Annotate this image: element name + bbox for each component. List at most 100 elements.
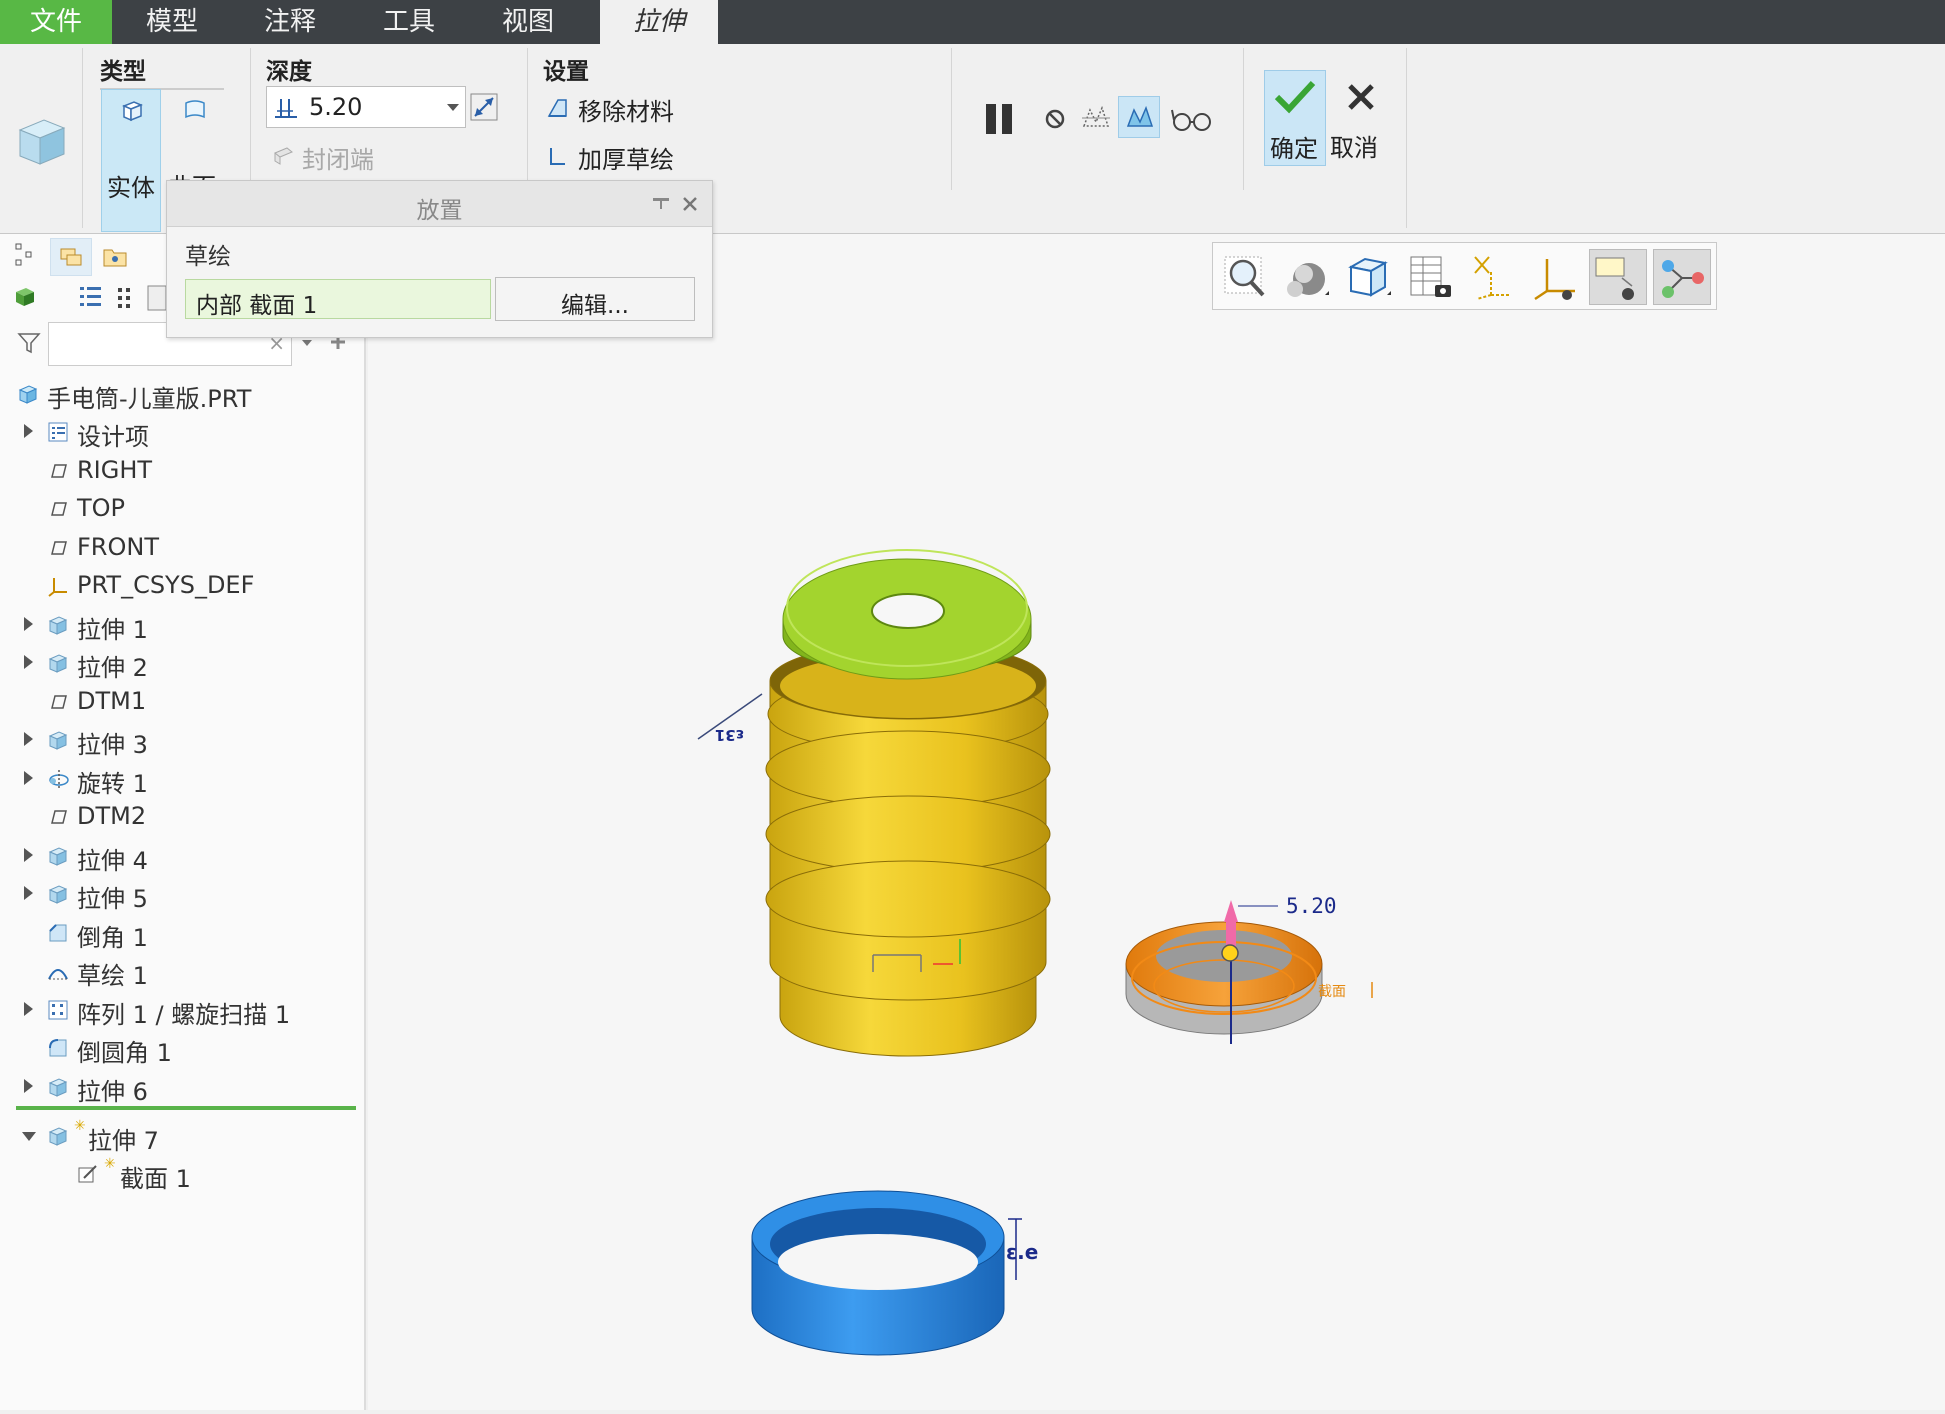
csys-display-icon[interactable] xyxy=(1529,251,1581,303)
tree-item[interactable]: 拉伸 3 xyxy=(0,722,360,760)
tree-item[interactable]: FRONT xyxy=(0,530,360,568)
preview-geometry-button[interactable] xyxy=(1078,100,1114,136)
remove-material-toggle[interactable]: 移除材料 xyxy=(546,92,706,128)
graphics-viewport[interactable]: ε31 5.20 截面 ε.e xyxy=(368,234,1945,1410)
spin-center-icon xyxy=(1662,260,1704,298)
show-icon[interactable] xyxy=(14,284,36,310)
chevron-down-icon[interactable] xyxy=(447,104,459,111)
flashlight-body[interactable]: ε31 xyxy=(697,642,1051,1057)
annotation-display-button[interactable] xyxy=(1589,249,1647,305)
saved-orientations-icon[interactable] xyxy=(1343,251,1395,303)
tree-item[interactable]: 草绘 1 xyxy=(0,953,360,991)
expand-icon[interactable] xyxy=(24,732,33,746)
ok-label: 确定 xyxy=(1270,135,1318,163)
expand-icon[interactable] xyxy=(24,770,33,785)
expand-icon[interactable] xyxy=(24,424,33,438)
separator xyxy=(1243,48,1244,190)
dimension-text[interactable]: ε.e xyxy=(1006,1240,1038,1264)
folder-icon[interactable] xyxy=(102,244,128,270)
zoom-icon[interactable] xyxy=(1219,251,1271,303)
tree-item-active-extrude[interactable]: ✳ 拉伸 7 xyxy=(0,1118,360,1156)
thicken-sketch-toggle[interactable]: 加厚草绘 xyxy=(546,140,706,176)
filter-icon[interactable] xyxy=(16,330,42,356)
depth-input[interactable]: 5.20 xyxy=(266,86,466,128)
tree-settings-icon[interactable] xyxy=(78,284,104,312)
layer-tree-tab[interactable] xyxy=(50,238,92,276)
tree-item[interactable]: 拉伸 1 xyxy=(0,607,360,645)
solid-button[interactable]: 实体 xyxy=(101,89,161,232)
surface-button[interactable]: 曲面 xyxy=(164,89,226,201)
blue-ring[interactable]: ε.e xyxy=(751,1190,1038,1356)
tree-item[interactable]: DTM2 xyxy=(0,799,360,837)
insert-indicator[interactable] xyxy=(16,1106,356,1110)
no-preview-button[interactable] xyxy=(1040,104,1070,134)
expand-icon[interactable] xyxy=(24,655,33,669)
tree-item[interactable]: 设计项 xyxy=(0,414,360,452)
tree-item[interactable]: 阵列 1 / 螺旋扫描 1 xyxy=(0,992,360,1030)
expand-icon[interactable] xyxy=(24,616,33,631)
ok-button[interactable]: 确定 xyxy=(1264,70,1326,166)
tree-item-label: TOP xyxy=(77,494,126,522)
pause-button[interactable] xyxy=(980,98,1022,140)
close-icon[interactable] xyxy=(681,195,699,213)
tree-item[interactable]: DTM1 xyxy=(0,684,360,722)
display-options-icon[interactable] xyxy=(146,284,168,312)
tree-item[interactable]: 拉伸 6 xyxy=(0,1069,360,1107)
pin-icon[interactable] xyxy=(651,195,671,213)
remove-material-icon xyxy=(547,99,567,117)
feature-preview-button[interactable] xyxy=(1118,96,1160,138)
flip-direction-button[interactable] xyxy=(466,86,500,128)
menu-tab-view[interactable]: 视图 xyxy=(478,0,578,44)
sketch-collector[interactable]: 内部 截面 1 xyxy=(185,279,491,319)
collapse-icon[interactable] xyxy=(22,1132,36,1141)
expand-icon[interactable] xyxy=(24,1078,33,1093)
extrude-icon xyxy=(48,1077,68,1097)
expand-icon[interactable] xyxy=(24,847,33,862)
edit-sketch-button[interactable]: 编辑... xyxy=(495,277,695,321)
tree-columns-icon[interactable] xyxy=(116,286,132,310)
tree-item[interactable]: 倒圆角 1 xyxy=(0,1030,360,1068)
tree-item[interactable]: TOP xyxy=(0,491,360,529)
display-style-icon[interactable] xyxy=(1281,251,1333,303)
tree-item[interactable]: PRT_CSYS_DEF xyxy=(0,568,360,606)
expand-icon[interactable] xyxy=(24,1001,33,1016)
extrude-preview-ring[interactable]: 5.20 截面 xyxy=(1125,888,1373,1044)
spin-center-button[interactable] xyxy=(1653,249,1711,305)
checkmark-icon xyxy=(1274,80,1316,114)
close-icon xyxy=(1348,84,1374,110)
annotation-display-icon xyxy=(1595,257,1634,300)
tree-item[interactable]: 拉伸 2 xyxy=(0,645,360,683)
cancel-button[interactable]: 取消 xyxy=(1330,70,1392,166)
depth-dimension-label[interactable]: 5.20 xyxy=(1286,894,1337,918)
tree-item-label: 拉伸 1 xyxy=(77,615,148,644)
green-lid[interactable] xyxy=(782,549,1032,680)
capped-ends-checkbox[interactable]: 封闭端 xyxy=(272,140,422,176)
tree-root[interactable]: 手电筒-儿童版.PRT xyxy=(0,376,360,414)
view-manager-icon[interactable] xyxy=(1405,251,1457,303)
menu-tab-extrude[interactable]: 拉伸 xyxy=(600,0,718,44)
expand-icon[interactable] xyxy=(24,886,33,900)
tree-item[interactable]: 旋转 1 xyxy=(0,761,360,799)
surface-icon xyxy=(185,100,205,119)
round-icon xyxy=(49,1039,67,1057)
chevron-down-icon[interactable] xyxy=(302,340,312,346)
menu-tab-model[interactable]: 模型 xyxy=(122,0,222,44)
tree-item[interactable]: RIGHT xyxy=(0,453,360,491)
verify-glasses-button[interactable] xyxy=(1170,102,1214,136)
menu-tab-file[interactable]: 文件 xyxy=(0,0,112,44)
separator xyxy=(82,48,83,228)
model-graphics[interactable]: ε31 5.20 截面 ε.e xyxy=(368,234,1945,1410)
extrude-icon xyxy=(48,885,68,904)
tree-item-label: FRONT xyxy=(77,532,159,561)
separator xyxy=(1406,48,1407,228)
menu-tab-tools[interactable]: 工具 xyxy=(359,0,459,44)
model-tree-icon[interactable] xyxy=(14,242,36,268)
tree-item[interactable]: 倒角 1 xyxy=(0,915,360,953)
dimension-text[interactable]: ε31 xyxy=(715,726,744,744)
tree-item-section[interactable]: ✳ 截面 1 xyxy=(0,1156,360,1194)
datum-display-icon[interactable] xyxy=(1467,251,1519,303)
tree-item[interactable]: 拉伸 5 xyxy=(0,876,360,914)
tree-item[interactable]: 拉伸 4 xyxy=(0,838,360,876)
menu-tab-annotate[interactable]: 注释 xyxy=(240,0,340,44)
flip-direction-icon xyxy=(470,93,498,121)
